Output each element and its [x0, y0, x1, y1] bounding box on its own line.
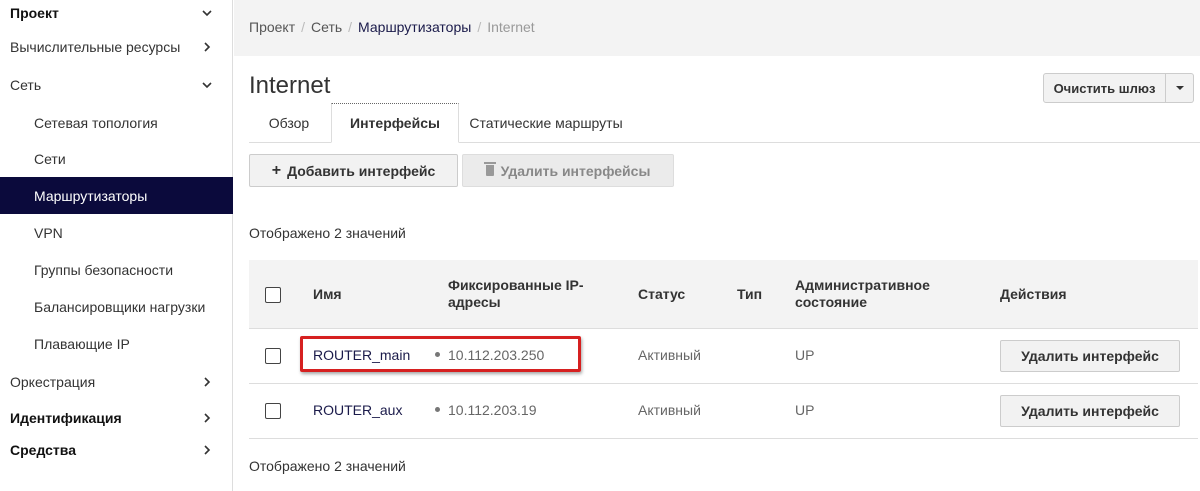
sidebar-item-vpn[interactable]: VPN: [0, 222, 233, 244]
row-checkbox[interactable]: [265, 348, 281, 364]
sidebar-item-security-groups[interactable]: Группы безопасности: [0, 259, 233, 281]
breadcrumb-separator: /: [348, 19, 353, 35]
sidebar-item-label: Сети: [34, 151, 66, 167]
plus-icon: +: [271, 161, 282, 179]
sidebar-section-tools[interactable]: Средства: [0, 439, 233, 461]
column-header-fixed-ips[interactable]: Фиксированные IP-адресы: [448, 277, 608, 311]
more-actions-dropdown-button[interactable]: [1166, 73, 1194, 103]
sidebar-item-floating-ips[interactable]: Плавающие IP: [0, 333, 233, 355]
column-header-type[interactable]: Тип: [737, 286, 762, 303]
table-bottom-border: [249, 438, 1198, 439]
tab-bar: Обзор Интерфейсы Статические маршруты: [249, 103, 1200, 143]
sidebar-item-label: Плавающие IP: [34, 336, 130, 352]
bullet-icon: [435, 406, 440, 412]
add-interface-label: Добавить интерфейс: [287, 162, 436, 179]
sidebar-item-label: Группы безопасности: [34, 262, 174, 278]
tab-static-routes[interactable]: Статические маршруты: [463, 103, 629, 143]
column-header-status[interactable]: Статус: [638, 286, 685, 303]
clear-gateway-button[interactable]: Очистить шлюз: [1043, 73, 1166, 103]
sidebar-item-network-topology[interactable]: Сетевая топология: [0, 112, 233, 134]
caret-down-icon: [1175, 86, 1184, 90]
sidebar-section-identity-label: Идентификация: [10, 410, 122, 426]
status-cell: Активный: [638, 347, 701, 363]
breadcrumb: Проект / Сеть / Маршрутизаторы / Interne…: [249, 19, 535, 35]
sidebar-section-identity[interactable]: Идентификация: [0, 407, 233, 429]
annotation-highlight-box: [300, 336, 581, 372]
add-interface-button[interactable]: + Добавить интерфейс: [249, 154, 458, 187]
items-count-bottom: Отображено 2 значений: [249, 458, 406, 474]
sidebar-item-label: Балансировщики нагрузки: [34, 299, 206, 315]
sidebar-section-network-label: Сеть: [10, 77, 42, 93]
fixed-ip-cell: 10.112.203.19: [435, 402, 537, 418]
gateway-button-group: Очистить шлюз: [1043, 73, 1194, 103]
tab-interfaces[interactable]: Интерфейсы: [331, 103, 459, 143]
breadcrumb-network[interactable]: Сеть: [311, 19, 342, 35]
fixed-ip-value: 10.112.203.19: [448, 402, 537, 418]
sidebar-item-routers[interactable]: Маршрутизаторы: [0, 177, 233, 214]
delete-interfaces-button[interactable]: Удалить интерфейсы: [462, 154, 674, 187]
breadcrumb-bar: Проект / Сеть / Маршрутизаторы / Interne…: [234, 0, 1200, 56]
breadcrumb-separator: /: [477, 19, 482, 35]
sidebar-item-label: Сетевая топология: [34, 115, 158, 131]
sidebar-section-orchestration-label: Оркестрация: [10, 374, 96, 390]
sidebar-item-networks[interactable]: Сети: [0, 148, 233, 170]
sidebar-section-project-label: Проект: [10, 5, 59, 21]
column-header-actions: Действия: [1000, 286, 1067, 302]
admin-state-cell: UP: [795, 402, 815, 418]
chevron-right-icon: [199, 39, 215, 55]
sidebar-section-tools-label: Средства: [10, 442, 77, 458]
table-header: Имя Фиксированные IP-адресы Статус Тип А…: [249, 260, 1198, 328]
page-title: Internet: [249, 72, 331, 99]
sidebar-section-compute-label: Вычислительные ресурсы: [10, 39, 181, 55]
column-header-admin-state[interactable]: Административное состояние: [795, 277, 945, 311]
items-count-top: Отображено 2 значений: [249, 225, 406, 241]
column-header-name[interactable]: Имя: [313, 286, 342, 303]
sidebar-item-label: VPN: [34, 225, 63, 241]
interface-name-link[interactable]: ROUTER_aux: [313, 402, 402, 418]
breadcrumb-current: Internet: [487, 19, 535, 35]
delete-interface-button[interactable]: Удалить интерфейс: [1000, 340, 1180, 372]
chevron-down-icon: [199, 5, 215, 21]
breadcrumb-separator: /: [301, 19, 306, 35]
delete-interface-button[interactable]: Удалить интерфейс: [1000, 395, 1180, 427]
sidebar-section-compute[interactable]: Вычислительные ресурсы: [0, 36, 233, 58]
sidebar-item-label: Маршрутизаторы: [34, 187, 148, 204]
sidebar-section-project[interactable]: Проект: [0, 2, 233, 24]
sidebar-section-orchestration[interactable]: Оркестрация: [0, 371, 233, 393]
breadcrumb-routers[interactable]: Маршрутизаторы: [358, 19, 471, 35]
tab-overview[interactable]: Обзор: [249, 103, 329, 143]
trash-icon: [483, 162, 496, 176]
delete-interfaces-label: Удалить интерфейсы: [500, 162, 651, 179]
sidebar-item-load-balancers[interactable]: Балансировщики нагрузки: [0, 296, 233, 318]
chevron-right-icon: [199, 410, 215, 426]
breadcrumb-project[interactable]: Проект: [249, 19, 295, 35]
sidebar: Проект Вычислительные ресурсы Сеть Сетев…: [0, 0, 233, 491]
select-all-checkbox[interactable]: [265, 287, 281, 303]
admin-state-cell: UP: [795, 347, 815, 363]
sidebar-section-network[interactable]: Сеть: [0, 74, 233, 96]
status-cell: Активный: [638, 402, 701, 418]
chevron-right-icon: [199, 442, 215, 458]
table-row: ROUTER_aux 10.112.203.19 Активный UP Уда…: [249, 383, 1198, 438]
chevron-right-icon: [199, 374, 215, 390]
row-checkbox[interactable]: [265, 403, 281, 419]
chevron-down-icon: [199, 77, 215, 93]
